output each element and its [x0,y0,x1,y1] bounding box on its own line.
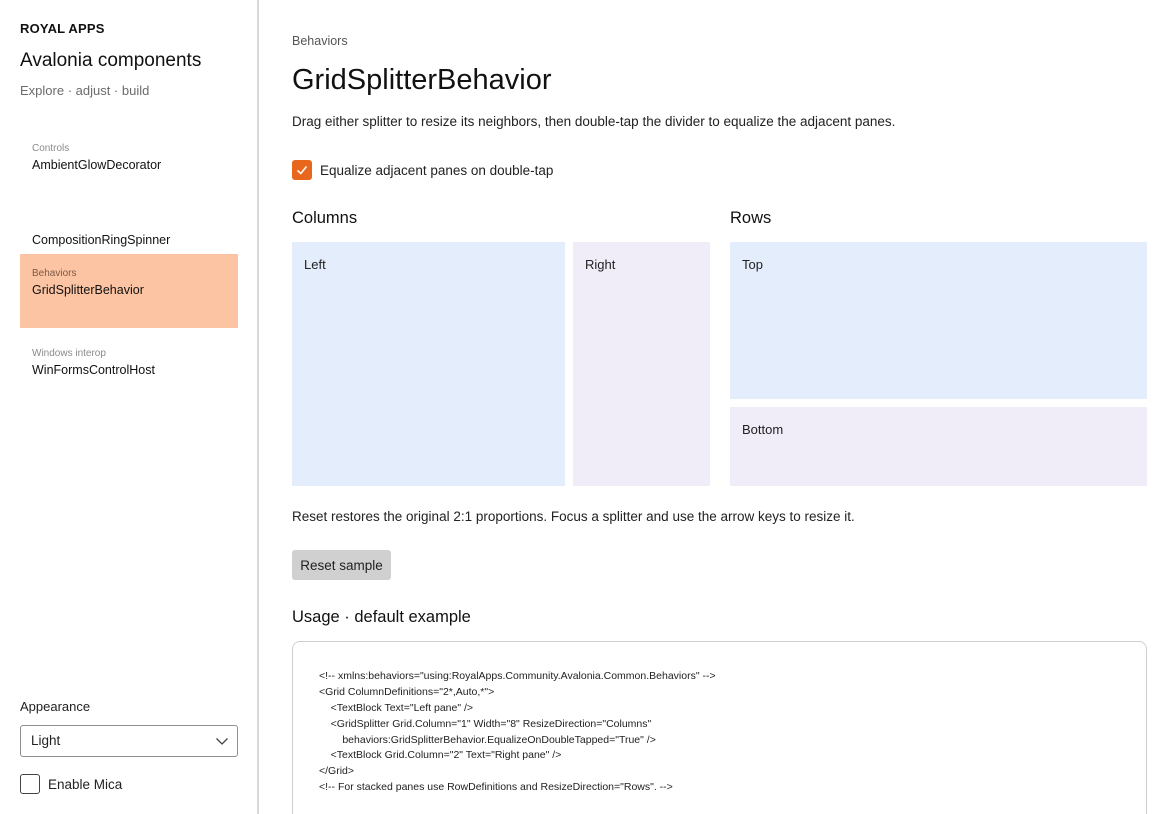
checkmark-icon [296,165,308,175]
nav-item-grid-splitter-behavior[interactable]: Behaviors GridSplitterBehavior [20,254,238,328]
appearance-label: Appearance [20,699,91,714]
code-line: <TextBlock Text="Left pane" /> [319,701,474,714]
app-subtitle: Explore · adjust · build [20,83,150,98]
columns-heading: Columns [292,209,358,227]
left-pane: Left [292,242,565,486]
code-line: <GridSplitter Grid.Column="1" Width="8" … [319,717,652,730]
bottom-pane-label: Bottom [742,422,784,437]
top-pane-label: Top [742,257,763,272]
code-line: </Grid> [319,765,355,778]
nav-label: AmbientGlowDecorator [32,158,162,172]
appearance-value: Light [31,733,61,748]
row-splitter[interactable] [730,399,1147,407]
nav-item-winforms-control-host[interactable]: Windows interop WinFormsControlHost [20,334,238,408]
nav-category: Behaviors [32,268,77,279]
chevron-down-icon [216,738,228,745]
nav-category: Windows interop [32,348,106,359]
usage-heading: Usage · default example [292,608,471,626]
mica-checkbox-box[interactable] [20,774,40,794]
column-splitter[interactable] [565,242,573,486]
nav-label: CompositionRingSpinner [32,233,171,247]
brand-label: ROYAL APPS [20,21,105,36]
equalize-checkbox[interactable]: Equalize adjacent panes on double-tap [292,160,553,180]
page-title: GridSplitterBehavior [292,64,552,96]
reset-sample-button[interactable]: Reset sample [292,550,391,580]
bottom-pane: Bottom [730,407,1147,486]
sidebar: ROYAL APPS Avalonia components Explore ·… [0,0,259,814]
nav-category [32,217,226,231]
enable-mica-checkbox[interactable]: Enable Mica [20,773,122,795]
page-description: Drag either splitter to resize its neigh… [292,114,896,129]
code-line: <!-- For stacked panes use RowDefinition… [319,781,673,794]
top-pane: Top [730,242,1147,399]
left-pane-label: Left [304,257,326,272]
code-block: <!-- xmlns:behaviors="using:RoyalApps.Co… [292,641,1147,814]
code-line: behaviors:GridSplitterBehavior.EqualizeO… [319,733,656,746]
rows-heading: Rows [730,209,772,227]
equalize-label: Equalize adjacent panes on double-tap [320,162,554,178]
app-title: Avalonia components [20,50,202,71]
code-line: <Grid ColumnDefinitions="2*,Auto,*"> [319,685,495,698]
nav-label: WinFormsControlHost [32,363,155,377]
appearance-select[interactable]: Light [20,725,238,757]
nav-label: GridSplitterBehavior [32,283,144,297]
equalize-checkbox-box[interactable] [292,160,312,180]
code-line: <TextBlock Grid.Column="2" Text="Right p… [319,749,562,762]
nav-item-ambient-glow-decorator[interactable]: Controls AmbientGlowDecorator [20,129,238,203]
main-content: Behaviors GridSplitterBehavior Drag eith… [261,0,1175,814]
right-pane-label: Right [585,257,616,272]
nav-category: Controls [32,143,70,154]
breadcrumb: Behaviors [292,34,348,48]
right-pane: Right [573,242,710,486]
code-line: <!-- xmlns:behaviors="using:RoyalApps.Co… [319,670,716,682]
mica-label: Enable Mica [48,776,123,792]
reset-note: Reset restores the original 2:1 proporti… [292,509,855,524]
